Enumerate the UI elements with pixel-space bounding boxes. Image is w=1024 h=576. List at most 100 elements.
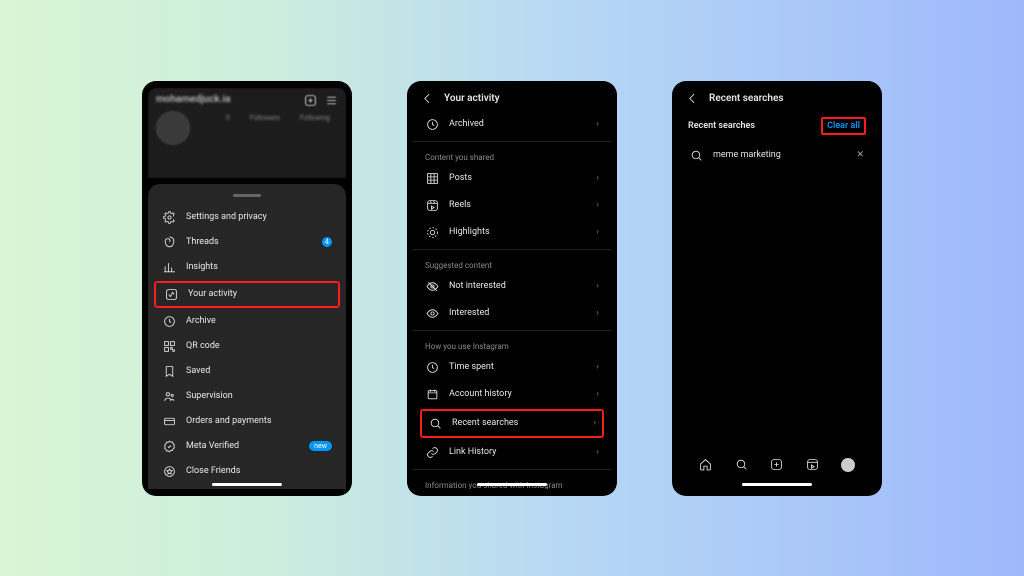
row-label: Archived [449,119,484,129]
row-label: Time spent [449,362,494,372]
row-link-history[interactable]: Link History › [413,439,611,466]
menu-your-activity[interactable]: Your activity [154,281,340,308]
row-time-spent[interactable]: Time spent › [413,354,611,381]
menu-qr[interactable]: QR code [148,334,346,359]
archive-icon [162,315,176,328]
menu-label: Saved [186,366,210,376]
row-posts[interactable]: Posts › [413,165,611,192]
chevron-right-icon: › [596,308,599,318]
nav-create-icon[interactable] [769,457,785,473]
chevron-right-icon: › [596,173,599,183]
row-account-history[interactable]: Account history › [413,381,611,408]
menu-label: Threads [186,237,219,247]
badge-count: 4 [322,237,332,247]
row-label: Not interested [449,281,506,291]
section-info: Information you shared with Instagram [413,473,611,489]
avatar[interactable] [156,111,190,145]
menu-label: QR code [186,341,220,351]
supervision-icon [162,390,176,403]
verified-icon [162,440,176,453]
search-term: meme marketing [713,150,781,160]
row-label: Posts [449,173,472,183]
avatar [841,458,855,472]
section-title: Recent searches [688,121,755,131]
row-archived[interactable]: Archived › [413,111,611,138]
row-label: Recent searches [452,418,518,428]
chevron-right-icon: › [596,200,599,210]
chevron-right-icon: › [596,389,599,399]
menu-insights[interactable]: Insights [148,255,346,280]
phone-your-activity: Your activity Archived › Content you sha… [407,81,617,496]
bookmark-icon [162,365,176,378]
page-title: Your activity [444,93,500,104]
page-header: Your activity [413,88,611,111]
menu-label: Orders and payments [186,416,271,426]
menu-archive[interactable]: Archive [148,309,346,334]
close-friends-icon [162,465,176,478]
nav-reels-icon[interactable] [805,457,821,473]
home-indicator [212,483,282,486]
home-indicator [477,483,547,486]
create-icon[interactable] [304,94,317,107]
eye-icon [425,307,439,320]
menu-settings[interactable]: Settings and privacy [148,205,346,230]
row-recent-searches[interactable]: Recent searches › [420,409,604,438]
menu-close-friends[interactable]: Close Friends [148,459,346,484]
section-suggested: Suggested content [413,253,611,273]
grid-icon [425,172,439,185]
eye-off-icon [425,280,439,293]
badge-new: new [309,441,332,451]
row-reels[interactable]: Reels › [413,192,611,219]
chart-icon [162,261,176,274]
phone-settings-menu: mohamedjuck.ia 0 Followers Following Set… [142,81,352,496]
chevron-right-icon: › [596,119,599,129]
link-icon [425,446,439,459]
menu-orders[interactable]: Orders and payments [148,409,346,434]
close-icon[interactable]: ✕ [856,150,864,160]
threads-icon [162,236,176,249]
reels-icon [425,199,439,212]
page-title: Recent searches [709,93,783,104]
row-label: Highlights [449,227,490,237]
menu-label: Archive [186,316,216,326]
back-icon[interactable] [421,92,434,105]
history-icon [425,388,439,401]
home-indicator [742,483,812,486]
profile-stats: 0 Followers Following [226,114,330,122]
chevron-right-icon: › [596,362,599,372]
menu-meta-verified[interactable]: Meta Verified new [148,434,346,459]
page-header: Recent searches [678,88,876,115]
card-icon [162,415,176,428]
section-header: Recent searches Clear all [678,115,876,143]
hamburger-icon[interactable] [325,94,338,107]
clear-all-button[interactable]: Clear all [821,117,866,135]
bottom-sheet: Settings and privacy Threads 4 Insights … [148,184,346,489]
archive-icon [425,118,439,131]
nav-profile-icon[interactable] [840,457,856,473]
menu-label: Insights [186,262,218,272]
menu-threads[interactable]: Threads 4 [148,230,346,255]
search-icon [690,149,703,162]
menu-label: Your activity [188,289,237,299]
search-result-row[interactable]: meme marketing ✕ [678,143,876,168]
username: mohamedjuck.ia [156,94,230,105]
sheet-handle[interactable] [233,194,261,197]
row-label: Interested [449,308,489,318]
activity-icon [164,288,178,301]
row-not-interested[interactable]: Not interested › [413,273,611,300]
chevron-right-icon: › [596,227,599,237]
profile-header: mohamedjuck.ia 0 Followers Following [148,88,346,178]
row-interested[interactable]: Interested › [413,300,611,327]
menu-saved[interactable]: Saved [148,359,346,384]
menu-supervision[interactable]: Supervision [148,384,346,409]
nav-search-icon[interactable] [733,457,749,473]
nav-home-icon[interactable] [698,457,714,473]
clock-icon [425,361,439,374]
phone-recent-searches: Recent searches Recent searches Clear al… [672,81,882,496]
chevron-right-icon: › [593,418,596,428]
row-highlights[interactable]: Highlights › [413,219,611,246]
chevron-right-icon: › [596,447,599,457]
highlights-icon [425,226,439,239]
back-icon[interactable] [686,92,699,105]
row-label: Reels [449,200,471,210]
